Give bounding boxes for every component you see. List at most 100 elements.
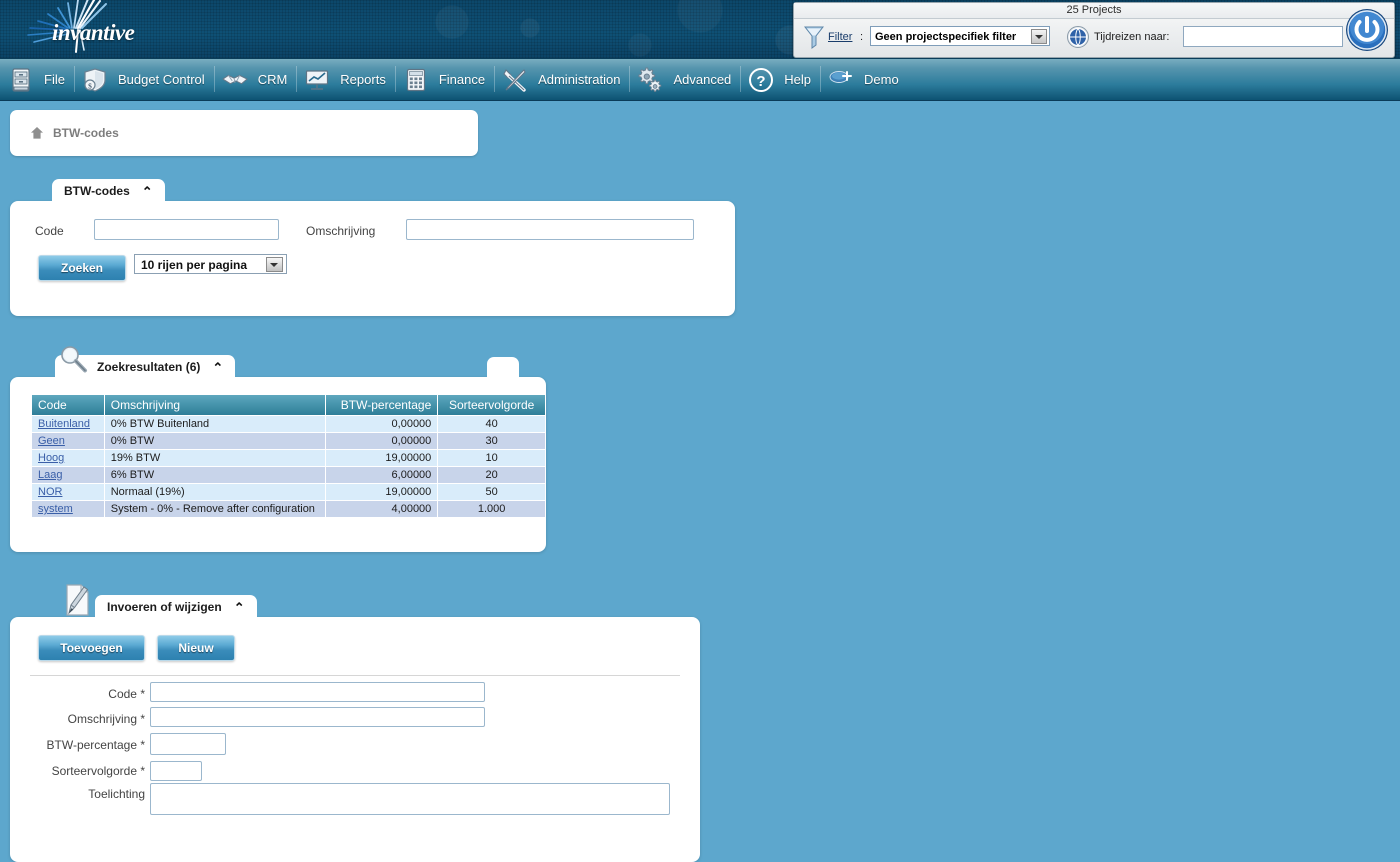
project-filter-select[interactable]: Geen projectspecifiek filter (870, 26, 1050, 46)
table-row: Laag 6% BTW 6,00000 20 (32, 466, 546, 484)
svg-text:?: ? (757, 73, 766, 90)
form-input-toelichting[interactable] (150, 783, 670, 815)
power-icon[interactable] (1344, 7, 1390, 53)
cell-sorteervolgorde: 30 (437, 432, 546, 450)
edit-panel: Toevoegen Nieuw Code * Omschrijving * BT… (10, 617, 700, 862)
search-code-label: Code (35, 224, 64, 238)
chevron-down-icon[interactable] (1031, 29, 1047, 44)
form-label-omschrijving: Omschrijving * (67, 712, 145, 726)
rows-per-page-select[interactable]: 10 rijen per pagina (134, 254, 287, 274)
column-header-code[interactable]: Code (32, 395, 105, 416)
project-count-label: 25 Projects (794, 3, 1394, 19)
chevron-up-icon[interactable]: ⌃ (234, 601, 245, 614)
cell-omschrijving: System - 0% - Remove after configuration (104, 500, 326, 518)
row-code-link[interactable]: Laag (38, 469, 62, 481)
project-filter-bar: 25 Projects Filter : Geen projectspecifi… (793, 2, 1395, 58)
cell-code: Hoog (32, 449, 105, 467)
breadcrumb-label[interactable]: BTW-codes (53, 126, 119, 140)
app-logo[interactable]: invantive (18, 0, 198, 58)
chevron-up-icon[interactable]: ⌃ (212, 361, 223, 374)
cell-btw-percentage: 0,00000 (325, 415, 439, 433)
form-input-code[interactable] (150, 682, 485, 702)
row-code-link[interactable]: NOR (38, 486, 62, 498)
toevoegen-button[interactable]: Toevoegen (38, 635, 145, 661)
cell-btw-percentage: 0,00000 (325, 432, 439, 450)
search-omschrijving-input[interactable] (406, 219, 694, 240)
form-divider (30, 675, 680, 676)
cell-btw-percentage: 19,00000 (325, 483, 439, 501)
tools-wrench-screwdriver-icon (502, 67, 528, 93)
nav-item-demo[interactable]: Demo (820, 59, 908, 100)
search-button[interactable]: Zoeken (38, 255, 126, 281)
nav-item-label: Reports (340, 72, 386, 87)
search-panel: Code Omschrijving Zoeken 10 rijen per pa… (10, 201, 735, 316)
chevron-down-icon[interactable] (266, 257, 283, 272)
cell-btw-percentage: 19,00000 (325, 449, 439, 467)
column-header-btw-percentage[interactable]: BTW-percentage (325, 395, 439, 416)
btw-codes-table: Code Omschrijving BTW-percentage Sorteer… (32, 395, 546, 518)
row-code-link[interactable]: Hoog (38, 452, 64, 464)
main-navigation: File $ Budget Control CRM Reports Financ… (0, 58, 1400, 101)
brand-name: invantive (52, 20, 135, 45)
cell-btw-percentage: 6,00000 (325, 466, 439, 484)
nav-item-budget-control[interactable]: $ Budget Control (73, 59, 214, 100)
nav-item-file[interactable]: File (0, 59, 74, 100)
home-icon[interactable] (30, 126, 44, 140)
nieuw-button[interactable]: Nieuw (157, 635, 235, 661)
magnifier-icon (61, 346, 87, 373)
question-circle-icon: ? (748, 67, 774, 93)
filter-colon: : (860, 31, 864, 43)
nav-item-administration[interactable]: Administration (494, 59, 629, 100)
cell-code: Laag (32, 466, 105, 484)
presentation-chart-icon (304, 67, 330, 93)
cell-code: Buitenland (32, 415, 105, 433)
nav-item-advanced[interactable]: Advanced (629, 59, 740, 100)
form-input-sorteervolgorde[interactable] (150, 761, 202, 781)
money-shield-icon: $ (82, 67, 108, 93)
cell-sorteervolgorde: 50 (437, 483, 546, 501)
nav-item-finance[interactable]: Finance (394, 59, 494, 100)
column-header-omschrijving[interactable]: Omschrijving (104, 395, 326, 416)
nav-item-label: CRM (257, 72, 288, 87)
cell-sorteervolgorde: 40 (437, 415, 546, 433)
nav-item-reports[interactable]: Reports (296, 59, 395, 100)
form-label-code: Code * (108, 687, 145, 701)
row-code-link[interactable]: system (38, 503, 73, 515)
pencil-page-icon (66, 584, 89, 616)
results-panel: Code Omschrijving BTW-percentage Sorteer… (10, 377, 546, 552)
edit-panel-tab-label: Invoeren of wijzigen (107, 600, 222, 614)
nav-item-help[interactable]: ? Help (740, 59, 820, 100)
nav-item-label: Administration (538, 72, 621, 87)
table-row: Hoog 19% BTW 19,00000 10 (32, 449, 546, 467)
row-code-link[interactable]: Buitenland (38, 418, 90, 430)
project-filter-value: Geen projectspecifiek filter (875, 31, 1017, 43)
user-add-icon (828, 67, 854, 93)
cell-omschrijving: 6% BTW (104, 466, 326, 484)
results-panel-secondary-tab[interactable] (487, 357, 519, 381)
nav-item-label: Budget Control (117, 72, 205, 87)
cell-omschrijving: 0% BTW Buitenland (104, 415, 326, 433)
nav-item-label: Advanced (673, 72, 732, 87)
cell-code: Geen (32, 432, 105, 450)
nav-item-label: Help (784, 72, 812, 87)
gears-icon (637, 67, 663, 93)
filter-link[interactable]: Filter (828, 31, 852, 43)
table-row: NOR Normaal (19%) 19,00000 50 (32, 483, 546, 501)
form-input-btw-percentage[interactable] (150, 733, 226, 755)
clock-globe-icon (1067, 26, 1089, 48)
search-panel-tab[interactable]: BTW-codes ⌃ (52, 179, 165, 203)
row-code-link[interactable]: Geen (38, 435, 65, 447)
timetravel-input[interactable] (1183, 26, 1343, 47)
form-input-omschrijving[interactable] (150, 707, 485, 727)
table-row: Buitenland 0% BTW Buitenland 0,00000 40 (32, 415, 546, 433)
breadcrumb: BTW-codes (10, 110, 478, 156)
cell-omschrijving: 0% BTW (104, 432, 326, 450)
search-panel-tab-label: BTW-codes (64, 184, 130, 198)
table-row: Geen 0% BTW 0,00000 30 (32, 432, 546, 450)
chevron-up-icon[interactable]: ⌃ (142, 185, 153, 198)
edit-panel-tab[interactable]: Invoeren of wijzigen ⌃ (95, 595, 257, 619)
table-header-row: Code Omschrijving BTW-percentage Sorteer… (32, 395, 546, 416)
nav-item-crm[interactable]: CRM (213, 59, 297, 100)
search-code-input[interactable] (94, 219, 279, 240)
column-header-sorteervolgorde[interactable]: Sorteervolgorde (437, 395, 546, 416)
